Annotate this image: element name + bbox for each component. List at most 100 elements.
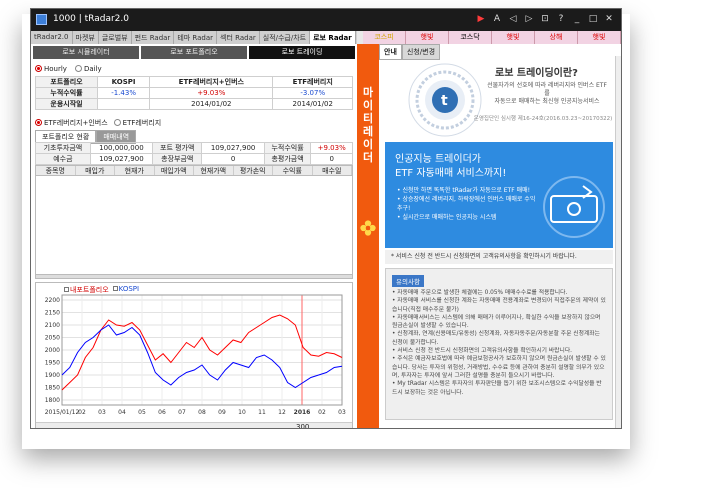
y-tick-label: 1800 xyxy=(45,397,60,404)
tab-tradar[interactable]: tRadar2.0 xyxy=(31,31,73,44)
x-tick-label: 03 xyxy=(338,409,346,416)
tradar-logo-icon: t xyxy=(408,63,482,137)
banner-feature-text: 상승장에선 레버리지, 하락장에선 인버스 매매로 수익추구! xyxy=(397,196,536,212)
window-title: 1000 | tRadar2.0 xyxy=(53,14,129,24)
caution-item-text: My tRadar 시스템은 투자자의 투자판단을 돕기 위한 보조시스템으로 … xyxy=(392,381,602,396)
tab-earnings-chart[interactable]: 실적/수급/차트 xyxy=(260,31,311,44)
caution-item: • 자동매매 주문으로 발생한 체결에는 0.05% 매매수수료를 적용합니다. xyxy=(392,290,568,296)
column-header[interactable]: 수익률 xyxy=(273,166,313,175)
banner-title-1: 인공지능 트레이더가 xyxy=(395,154,481,165)
daily-radio[interactable]: Daily xyxy=(74,65,102,73)
column-header[interactable]: 매수일 xyxy=(313,166,352,175)
column-header[interactable]: 종목명 xyxy=(36,166,76,175)
strategy-lev-inv-radio[interactable]: ETF레버리지+인버스 xyxy=(35,118,108,128)
holdings-grid-body[interactable] xyxy=(35,176,353,276)
banner-feature-text: 신청만 하면 똑똑한 tRadar가 자동으로 ETF 매매! xyxy=(402,187,531,194)
summary-cell xyxy=(96,98,151,110)
vertical-scrollbar[interactable] xyxy=(615,56,621,428)
brand-char: 이 xyxy=(362,99,374,112)
caution-item: • 서비스 신청 전 반드시 신청화면의 고객유의사항을 확인하시기 바랍니다. xyxy=(392,348,573,355)
app-icon xyxy=(36,14,47,25)
y-tick-label: 2000 xyxy=(45,347,60,354)
maximize-icon[interactable]: □ xyxy=(587,13,599,25)
portfolio-label: 예수금 xyxy=(35,153,91,165)
robo-description: 선물자가의 선호에 따라 레버리지와 인버스 ETF를 자동으로 매매하는 최신… xyxy=(485,82,609,106)
tab-fund-radar[interactable]: 펀드 Radar xyxy=(132,31,175,44)
y-tick-label: 1850 xyxy=(45,385,60,392)
tab-marketview[interactable]: 마켓뷰 xyxy=(73,31,99,44)
minimize-icon[interactable]: _ xyxy=(571,13,583,25)
index-ticker-bar: 코스피 햇빛 코스닥 햇빛 상해 햇빛 xyxy=(363,31,621,44)
x-tick-label: 07 xyxy=(178,409,186,416)
summary-cell: -3.07% xyxy=(272,87,353,99)
portfolio-table: 기초투자금액 100,000,000 포트 평가액 109,027,900 누적… xyxy=(35,142,353,165)
brand-char: 레 xyxy=(362,125,374,138)
tab-sector-radar[interactable]: 섹터 Radar xyxy=(217,31,260,44)
caution-item: • 자동매매서비스는 시스템에 의해 매매가 이루어지나, 확실한 수익을 보장… xyxy=(392,314,601,330)
play-icon[interactable]: ▶ xyxy=(475,13,487,25)
banner-feature-text: 실시간으로 매매하는 인공지능 시스템 xyxy=(402,214,497,221)
ai-trader-banner: 인공지능 트레이더가 ETF 자동매매 서비스까지! • 신청만 하면 똑똑한 … xyxy=(385,142,613,248)
y-tick-label: 1900 xyxy=(45,372,60,379)
y-tick-label: 2050 xyxy=(45,335,60,342)
portfolio-value: 109,027,900 xyxy=(89,153,153,165)
column-header[interactable]: 평가손익 xyxy=(234,166,273,175)
strategy-lev-radio[interactable]: ETF레버리지 xyxy=(113,118,162,128)
y-tick-label: 2150 xyxy=(45,310,60,317)
robo-trading-button[interactable]: 로보 트레이딩 xyxy=(249,46,355,59)
horizontal-scrollbar[interactable] xyxy=(35,274,353,279)
radio-unchecked-icon xyxy=(113,119,121,126)
performance-chart: 내포트폴리오 KOSPI 1800 1850 1900 1950 2000 2050 210… xyxy=(35,282,353,428)
caution-item: • 신청계좌, 연계(신용매도/유동성) 신청계좌, 자동자동주문/자동분할 주… xyxy=(392,331,600,346)
column-header[interactable]: 현재가 xyxy=(115,166,155,175)
lock-icon[interactable]: ⊡ xyxy=(539,13,551,25)
x-tick-label: 12 xyxy=(278,409,286,416)
x-tick-label: 2015/01/12 xyxy=(45,409,80,416)
index-weather-3: 햇빛 xyxy=(578,31,621,44)
index-kosdaq[interactable]: 코스닥 xyxy=(449,31,492,44)
tab-globalview[interactable]: 글로벌뷰 xyxy=(99,31,132,44)
strategy-lev-label: ETF레버리지 xyxy=(122,119,162,127)
tab-theme-radar[interactable]: 테마 Radar xyxy=(174,31,218,44)
caution-title: 유의사항 xyxy=(392,275,424,287)
radio-unchecked-icon xyxy=(74,65,82,72)
robo-simulator-button[interactable]: 로보 시뮬레이터 xyxy=(33,46,139,59)
forward-icon[interactable]: ▷ xyxy=(523,13,535,25)
index-kospi[interactable]: 코스피 xyxy=(363,31,406,44)
help-icon[interactable]: ? xyxy=(555,13,567,25)
alarm-icon[interactable]: A xyxy=(491,13,503,25)
flower-icon xyxy=(360,220,376,236)
summary-cell: 2014/01/02 xyxy=(272,98,353,110)
title-bar: 1000 | tRadar2.0 ▶ A ◁ ▷ ⊡ ? _ □ ✕ xyxy=(31,9,621,31)
caution-item: • 자동매매 서비스를 신청한 계좌는 자동매매 전용계좌로 변경되어 직접주문… xyxy=(392,298,606,313)
summary-header-portfolio: 포트폴리오 xyxy=(35,76,98,88)
robo-portfolio-button[interactable]: 로보 포트폴리오 xyxy=(141,46,247,59)
brand-divider: 마 이 티 레 이 더 xyxy=(357,44,379,428)
right-panel: 안내 신청/변경 t 로보 트레이딩이란? 선물자가의 선호에 따라 레버리지와… xyxy=(379,44,621,428)
caution-item: • 주식은 예금자보호법에 따라 예금보험공사가 보호하지 않으며 원금손실이 … xyxy=(392,356,606,379)
tab-robo-radar[interactable]: 로보 Radar xyxy=(310,31,356,44)
x-tick-label: 02 xyxy=(318,409,326,416)
robo-title: 로보 트레이딩이란? xyxy=(495,68,578,79)
x-tick-label: 2016 xyxy=(294,409,311,416)
close-icon[interactable]: ✕ xyxy=(603,13,615,25)
column-header[interactable]: 매입가액 xyxy=(155,166,194,175)
robo-review-number: 운영집단인 심시행 제16-24호(2016.03.23~20170322) xyxy=(473,116,613,122)
index-shanghai[interactable]: 상해 xyxy=(535,31,578,44)
caution-item: • My tRadar 시스템은 투자자의 투자판단을 돕기 위한 보조시스템으… xyxy=(392,381,602,396)
robo-desc-line: 선물자가의 선호에 따라 레버리지와 인버스 ETF를 xyxy=(487,82,607,97)
portfolio-label: 포트 평가액 xyxy=(151,142,203,154)
column-header[interactable]: 매입가 xyxy=(76,166,115,175)
hourly-radio[interactable]: Hourly xyxy=(35,65,67,73)
caution-item-text: 주식은 예금자보호법에 따라 예금보험공사가 보호하지 않으며 원금손실이 발생… xyxy=(392,356,606,379)
x-tick-label: 08 xyxy=(198,409,206,416)
robo-intro: t 로보 트레이딩이란? 선물자가의 선호에 따라 레버리지와 인버스 ETF를… xyxy=(385,58,613,140)
index-weather-2: 햇빛 xyxy=(492,31,535,44)
column-header[interactable]: 현재가액 xyxy=(194,166,234,175)
caution-list: • 자동매매 주문으로 발생한 체결에는 0.05% 매매수수료를 적용합니다.… xyxy=(392,289,606,397)
y-tick-label: 1950 xyxy=(45,360,60,367)
summary-header-etf-lev-inv: ETF레버리지+인버스 xyxy=(149,76,274,88)
back-icon[interactable]: ◁ xyxy=(507,13,519,25)
banner-feature: • 실시간으로 매매하는 인공지능 시스템 xyxy=(397,214,497,221)
radio-checked-icon xyxy=(35,65,42,72)
